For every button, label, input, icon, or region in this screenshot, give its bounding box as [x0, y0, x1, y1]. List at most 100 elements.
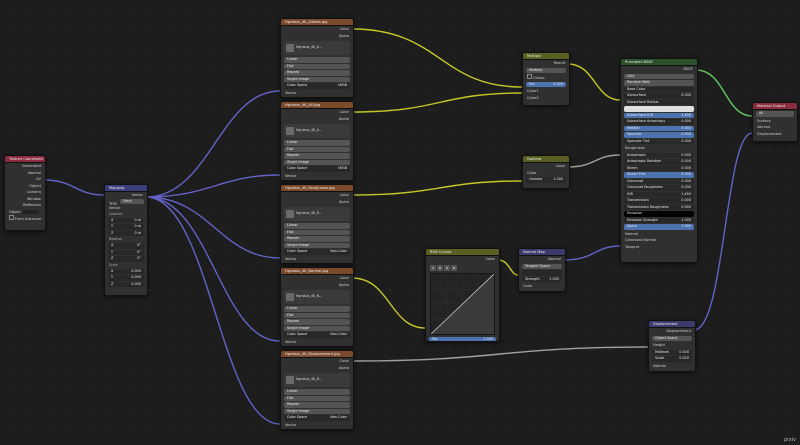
fac-slider[interactable]: Fac 1.000	[429, 336, 496, 341]
subsurface-method-dropdown[interactable]: Random Walk	[624, 80, 694, 86]
extension-dropdown[interactable]: Repeat	[284, 70, 350, 76]
source-dropdown[interactable]: Single Image	[284, 242, 350, 248]
bsdf-input-alpha[interactable]: Alpha 1.000	[624, 224, 694, 230]
projection-dropdown[interactable]: Flat	[284, 146, 350, 152]
bsdf-input-subsurface-ior[interactable]: Subsurface IOR 1.400	[624, 112, 694, 118]
node-title[interactable]: RGB Curves	[426, 249, 499, 256]
image-selector[interactable]: Hgrabus_4K_A...	[284, 124, 350, 138]
extension-dropdown[interactable]: Repeat	[284, 402, 350, 408]
bsdf-input-base-color[interactable]: Base Color	[624, 86, 694, 92]
projection-dropdown[interactable]: Flat	[284, 395, 350, 401]
rgb-curves-node[interactable]: RGB Curves Color C R G B Fac1.000 Color	[425, 248, 500, 342]
image-selector[interactable]: Hgrabus_4K_A...	[284, 41, 350, 55]
node-title[interactable]: Displacement	[649, 321, 695, 328]
scale-y-field[interactable]: Y 0.000	[108, 275, 144, 281]
image-texture-node-ao[interactable]: Hgrabus_4K_AO.jpg Color Alpha Hgrabus_4K…	[280, 101, 354, 181]
colorspace-dropdown[interactable]: Color Space Non-Color	[284, 249, 350, 255]
node-title[interactable]: Material Output	[753, 103, 797, 110]
extension-dropdown[interactable]: Repeat	[284, 236, 350, 242]
image-selector[interactable]: Hgrabus_4K_N...	[284, 290, 350, 304]
node-title[interactable]: Texture Coordinate	[5, 156, 45, 163]
image-texture-node-displacement[interactable]: Hgrabus_4K_Displacement.jpg Color Alpha …	[280, 350, 354, 430]
channel-r-button[interactable]: R	[437, 264, 443, 271]
rotation-y-field[interactable]: Y 0°	[108, 249, 144, 255]
node-title[interactable]: Normal Map	[519, 249, 565, 256]
bsdf-input-emission[interactable]: Emission	[624, 211, 694, 217]
rotation-z-field[interactable]: Z 0°	[108, 256, 144, 262]
bsdf-input-subsurface-co-[interactable]: Subsurface Co...	[624, 106, 694, 112]
node-title[interactable]: Hgrabus_4K_Normal.jpg	[281, 268, 353, 275]
interpolation-dropdown[interactable]: Linear	[284, 140, 350, 146]
space-dropdown[interactable]: Object Space	[652, 335, 692, 341]
displacement-node[interactable]: Displacement Displacement Object Space H…	[648, 320, 696, 372]
node-title[interactable]: Mapping	[105, 185, 147, 192]
extension-dropdown[interactable]: Repeat	[284, 153, 350, 159]
gamma-node[interactable]: Gamma Color Color Gamma 1.000	[522, 155, 570, 189]
curve-editor[interactable]	[430, 272, 495, 335]
fac-slider[interactable]: Fac 0.500	[526, 81, 566, 87]
node-title[interactable]: Hgrabus_4K_Roughness.jpg	[281, 185, 353, 192]
colorspace-dropdown[interactable]: Color Space Non-Color	[284, 415, 350, 421]
bsdf-input-ior[interactable]: IOR 1.450	[624, 191, 694, 197]
source-dropdown[interactable]: Single Image	[284, 325, 350, 331]
checkbox-icon[interactable]	[527, 74, 532, 79]
bsdf-input-emission-strength[interactable]: Emission Strength 1.000	[624, 217, 694, 223]
node-title[interactable]: Hgrabus_4K_Albedo.jpg	[281, 19, 353, 26]
source-dropdown[interactable]: Single Image	[284, 159, 350, 165]
bsdf-input-subsurface[interactable]: Subsurface 0.000	[624, 93, 694, 99]
type-dropdown[interactable]: Point	[120, 198, 145, 204]
image-texture-node-roughness[interactable]: Hgrabus_4K_Roughness.jpg Color Alpha Hgr…	[280, 184, 354, 264]
channel-b-button[interactable]: B	[451, 264, 457, 271]
blend-mode-dropdown[interactable]: Multiply	[526, 67, 566, 73]
bsdf-input-subsurface-anisotropy[interactable]: Subsurface Anisotropy 0.000	[624, 119, 694, 125]
scale-z-field[interactable]: Z 0.000	[108, 281, 144, 287]
node-title[interactable]: Principled BSDF	[621, 59, 697, 66]
scale-field[interactable]: Scale 0.020	[652, 356, 692, 362]
node-title[interactable]: Gamma	[523, 156, 569, 163]
mapping-node[interactable]: Mapping Vector TypePoint Vector Location…	[104, 184, 148, 296]
node-title[interactable]: Hgrabus_4K_Displacement.jpg	[281, 351, 353, 358]
principled-bsdf-node[interactable]: Principled BSDF BSDF GGX Random Walk Bas…	[620, 58, 698, 263]
projection-dropdown[interactable]: Flat	[284, 312, 350, 318]
interpolation-dropdown[interactable]: Linear	[284, 389, 350, 395]
distribution-dropdown[interactable]: GGX	[624, 73, 694, 79]
from-instancer-checkbox[interactable]: From Instancer	[5, 215, 45, 222]
colorspace-dropdown[interactable]: Color Space Non-Color	[284, 332, 350, 338]
node-title[interactable]: Hgrabus_4K_AO.jpg	[281, 102, 353, 109]
midlevel-field[interactable]: Midlevel 0.500	[652, 349, 692, 355]
bsdf-input-sheen[interactable]: Sheen 0.000	[624, 165, 694, 171]
projection-dropdown[interactable]: Flat	[284, 229, 350, 235]
bsdf-input-tangent[interactable]: Tangent	[621, 244, 697, 251]
gamma-field[interactable]: Gamma 1.000	[526, 177, 566, 183]
location-x-field[interactable]: X0 m	[108, 217, 144, 223]
bsdf-input-transmission[interactable]: Transmission 0.000	[624, 198, 694, 204]
extension-dropdown[interactable]: Repeat	[284, 319, 350, 325]
interpolation-dropdown[interactable]: Linear	[284, 306, 350, 312]
projection-dropdown[interactable]: Flat	[284, 63, 350, 69]
bsdf-input-clearcoat[interactable]: Clearcoat 0.000	[624, 178, 694, 184]
colorspace-dropdown[interactable]: Color Space sRGB	[284, 83, 350, 89]
bsdf-input-clearcoat-roughness[interactable]: Clearcoat Roughness 0.030	[624, 185, 694, 191]
normal-map-node[interactable]: Normal Map Normal Tangent Space Strength…	[518, 248, 566, 292]
node-title[interactable]: Multiply	[523, 53, 569, 60]
material-output-node[interactable]: Material Output All Surface Volume Displ…	[752, 102, 798, 142]
image-selector[interactable]: Hgrabus_4K_D...	[284, 373, 350, 387]
channel-g-button[interactable]: G	[444, 264, 450, 271]
clamp-checkbox[interactable]: Clamp	[523, 74, 569, 81]
interpolation-dropdown[interactable]: Linear	[284, 57, 350, 63]
object-value-box[interactable]	[22, 209, 39, 214]
mix-rgb-multiply-node[interactable]: Multiply Result Multiply Clamp Fac 0.500 …	[522, 52, 570, 106]
strength-field[interactable]: Strength 1.000	[522, 276, 562, 282]
bsdf-input-anisotropic-rotation[interactable]: Anisotropic Rotation 0.000	[624, 159, 694, 165]
target-dropdown[interactable]: All	[756, 111, 794, 117]
bsdf-input-specular[interactable]: Specular 0.500	[624, 132, 694, 138]
image-texture-node-normal[interactable]: Hgrabus_4K_Normal.jpg Color Alpha Hgrabu…	[280, 267, 354, 347]
uv-map-field[interactable]	[522, 270, 562, 276]
colorspace-dropdown[interactable]: Color Space sRGB	[284, 166, 350, 172]
bsdf-input-specular-tint[interactable]: Specular Tint 0.000	[624, 138, 694, 144]
bsdf-input-anisotropic[interactable]: Anisotropic 0.000	[624, 152, 694, 158]
scale-x-field[interactable]: X 0.000	[108, 268, 144, 274]
source-dropdown[interactable]: Single Image	[284, 408, 350, 414]
texture-coordinate-node[interactable]: Texture Coordinate Generated Normal UV O…	[4, 155, 46, 231]
bsdf-input-sheen-tint[interactable]: Sheen Tint 0.500	[624, 172, 694, 178]
